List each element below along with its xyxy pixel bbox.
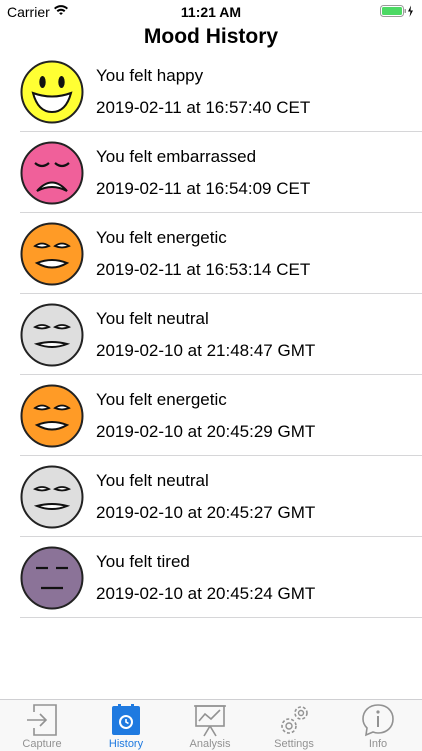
list-item-tired[interactable]: You felt tired 2019-02-10 at 20:45:24 GM… bbox=[0, 537, 422, 618]
neutral-face-icon bbox=[20, 303, 84, 367]
entry-title: You felt embarrassed bbox=[96, 147, 257, 166]
tab-label: Info bbox=[368, 738, 388, 750]
tab-label: History bbox=[108, 738, 144, 750]
tab-label: Analysis bbox=[189, 738, 231, 750]
happy-face-icon bbox=[20, 60, 84, 124]
mood-history-list: You felt happy 2019-02-11 at 16:57:40 CE… bbox=[0, 51, 422, 618]
entry-date: 2019-02-11 at 16:57:40 CET bbox=[96, 98, 311, 117]
settings-icon bbox=[281, 706, 308, 734]
tab-capture[interactable]: Capture bbox=[0, 700, 84, 751]
entry-date: 2019-02-11 at 16:54:09 CET bbox=[96, 179, 311, 198]
energetic-face-icon bbox=[20, 222, 84, 286]
tab-analysis[interactable]: Analysis bbox=[168, 700, 252, 751]
entry-title: You felt neutral bbox=[96, 309, 209, 328]
embarrassed-face-icon bbox=[20, 141, 84, 205]
entry-title: You felt tired bbox=[96, 552, 190, 571]
entry-date: 2019-02-10 at 21:48:47 GMT bbox=[96, 341, 316, 360]
tired-face-icon bbox=[20, 546, 84, 610]
entry-date: 2019-02-11 at 16:53:14 CET bbox=[96, 260, 311, 279]
energetic-face-icon bbox=[20, 384, 84, 448]
entry-title: You felt happy bbox=[96, 66, 204, 85]
entry-date: 2019-02-10 at 20:45:27 GMT bbox=[96, 503, 316, 522]
tab-info[interactable]: Info bbox=[336, 700, 420, 751]
list-item-happy[interactable]: You felt happy 2019-02-11 at 16:57:40 CE… bbox=[0, 51, 422, 132]
page-title: Mood History bbox=[143, 25, 279, 48]
list-item-energetic[interactable]: You felt energetic 2019-02-10 at 20:45:2… bbox=[0, 375, 422, 456]
entry-title: You felt energetic bbox=[96, 390, 227, 409]
entry-title: You felt energetic bbox=[96, 228, 227, 247]
battery-icon bbox=[380, 5, 413, 17]
tab-label: Settings bbox=[274, 738, 314, 750]
list-item-embarrassed[interactable]: You felt embarrassed 2019-02-11 at 16:54… bbox=[0, 132, 422, 213]
history-icon bbox=[112, 704, 140, 735]
list-item-energetic[interactable]: You felt energetic 2019-02-11 at 16:53:1… bbox=[0, 213, 422, 294]
tab-settings[interactable]: Settings bbox=[252, 700, 336, 751]
capture-icon bbox=[27, 704, 57, 736]
tab-label: Capture bbox=[22, 738, 62, 750]
status-bar: Carrier 11:21 AM bbox=[0, 0, 422, 24]
list-item-neutral[interactable]: You felt neutral 2019-02-10 at 21:48:47 … bbox=[0, 294, 422, 375]
list-item-neutral[interactable]: You felt neutral 2019-02-10 at 20:45:27 … bbox=[0, 456, 422, 537]
entry-date: 2019-02-10 at 20:45:24 GMT bbox=[96, 584, 316, 603]
clock: 11:21 AM bbox=[180, 4, 242, 20]
info-icon bbox=[362, 704, 394, 737]
tab-bar: Capture History Analysis Settings Info bbox=[0, 699, 422, 751]
analysis-icon bbox=[194, 705, 226, 737]
entry-date: 2019-02-10 at 20:45:29 GMT bbox=[96, 422, 316, 441]
neutral-face-icon bbox=[20, 465, 84, 529]
entry-title: You felt neutral bbox=[96, 471, 209, 490]
tab-history[interactable]: History bbox=[84, 700, 168, 751]
